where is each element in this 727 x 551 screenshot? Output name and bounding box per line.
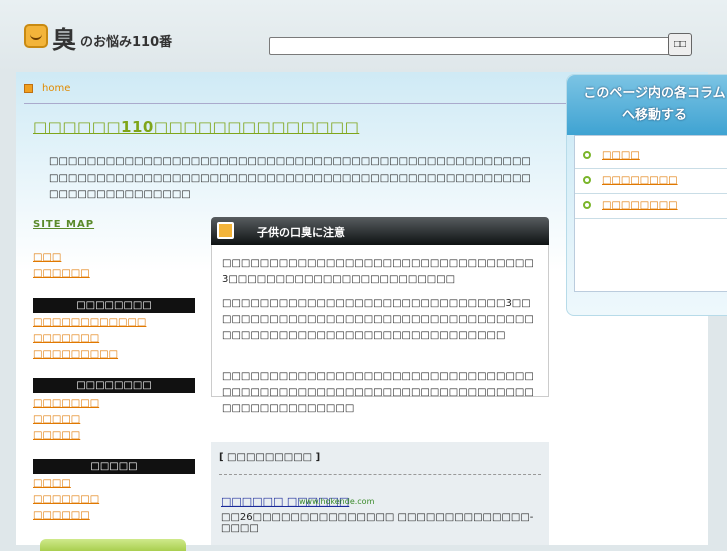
- circle-bullet-icon: [583, 201, 591, 209]
- toc-item[interactable]: □□□□: [575, 144, 727, 169]
- smiley-icon: [217, 222, 234, 239]
- page-title[interactable]: □□□□□□110□□□□□□□□□□□□□□: [33, 118, 359, 136]
- sidebar-link[interactable]: □□□: [33, 252, 61, 263]
- toc-item[interactable]: □□□□□□□□: [575, 169, 727, 194]
- search-button[interactable]: □□: [668, 33, 692, 56]
- ad-heading: [ □□□□□□□□□ ]: [219, 452, 321, 463]
- sidebar-link[interactable]: □□□□□□□: [33, 398, 99, 409]
- sitemap-heading[interactable]: SITE MAP: [33, 219, 94, 230]
- sidebar-group-heading: □□□□□□□□: [33, 298, 195, 313]
- search-input[interactable]: [269, 37, 671, 55]
- logo-text[interactable]: のお悩み110番: [80, 31, 172, 50]
- toc-title-line: へ移動する: [621, 108, 687, 123]
- toc-title: このページ内の各コラム へ移動する: [567, 83, 727, 127]
- sidebar-link[interactable]: □□□□□□□□□□□□: [33, 317, 146, 328]
- ad-box: [ □□□□□□□□□ ] □□□□□□ □□□□□□ www.hokende.…: [211, 442, 549, 545]
- sidebar-link[interactable]: □□□□□□: [33, 510, 90, 521]
- toc-list: □□□□ □□□□□□□□ □□□□□□□□: [574, 135, 727, 292]
- toc-item-label[interactable]: □□□□□□□□: [602, 175, 678, 186]
- article-paragraph: □□□□□□□□□□□□□□□□□□□□□□□□□□□□□□□□□3□□□□□□…: [222, 258, 534, 285]
- article-paragraph: □□□□□□□□□□□□□□□□□□□□□□□□□□□□□□3□□□□□□□□□…: [222, 298, 534, 341]
- sidebar-link[interactable]: □□□□□: [33, 430, 80, 441]
- column-navigation: このページ内の各コラム へ移動する □□□□ □□□□□□□□ □□□□□□□□: [566, 74, 727, 316]
- toc-item-label[interactable]: □□□□: [602, 150, 640, 161]
- breadcrumb-divider: [24, 103, 569, 104]
- ad-description: □□26□□□□□□□□□□□□□□□ □□□□□□□□□□□□□□-□□□□: [221, 512, 534, 534]
- smiley-logo-icon[interactable]: [24, 24, 48, 48]
- toc-header: このページ内の各コラム へ移動する: [567, 75, 727, 135]
- sidebar-group-heading: □□□□□□□□: [33, 378, 195, 393]
- circle-bullet-icon: [583, 151, 591, 159]
- sidebar-link[interactable]: □□□□□□□: [33, 494, 99, 505]
- home-icon: [24, 84, 33, 93]
- article-paragraph: □□□□□□□□□□□□□□□□□□□□□□□□□□□□□□□□□□□□□□□□…: [222, 371, 534, 414]
- sidebar-link[interactable]: □□□□□□: [33, 268, 90, 279]
- ad-url[interactable]: www.hokende.com: [299, 497, 374, 506]
- intro-text: □□□□□□□□□□□□□□□□□□□□□□□□□□□□□□□□□□□□□□□□…: [49, 156, 531, 200]
- sidebar-link[interactable]: □□□□□□□: [33, 333, 99, 344]
- sidebar-link[interactable]: □□□□: [33, 478, 71, 489]
- toc-item[interactable]: □□□□□□□□: [575, 194, 727, 219]
- article-title: 子供の口臭に注意: [257, 226, 345, 239]
- article-header: 子供の口臭に注意: [211, 217, 549, 245]
- logo-kanji[interactable]: 臭: [52, 20, 76, 55]
- sidebar-link[interactable]: □□□□□□□□□: [33, 349, 118, 360]
- ad-divider: [219, 474, 541, 475]
- breadcrumb-home[interactable]: home: [42, 83, 70, 94]
- sidebar-group-heading: □□□□□: [33, 459, 195, 474]
- sidebar-link[interactable]: □□□□□: [33, 414, 80, 425]
- toc-item-label[interactable]: □□□□□□□□: [602, 200, 678, 211]
- circle-bullet-icon: [583, 176, 591, 184]
- article-body: □□□□□□□□□□□□□□□□□□□□□□□□□□□□□□□□□3□□□□□□…: [211, 245, 549, 414]
- site-header: 臭 のお悩み110番 □□: [0, 0, 727, 72]
- toc-title-line: このページ内の各コラム: [583, 86, 726, 101]
- green-banner-button[interactable]: [40, 539, 186, 551]
